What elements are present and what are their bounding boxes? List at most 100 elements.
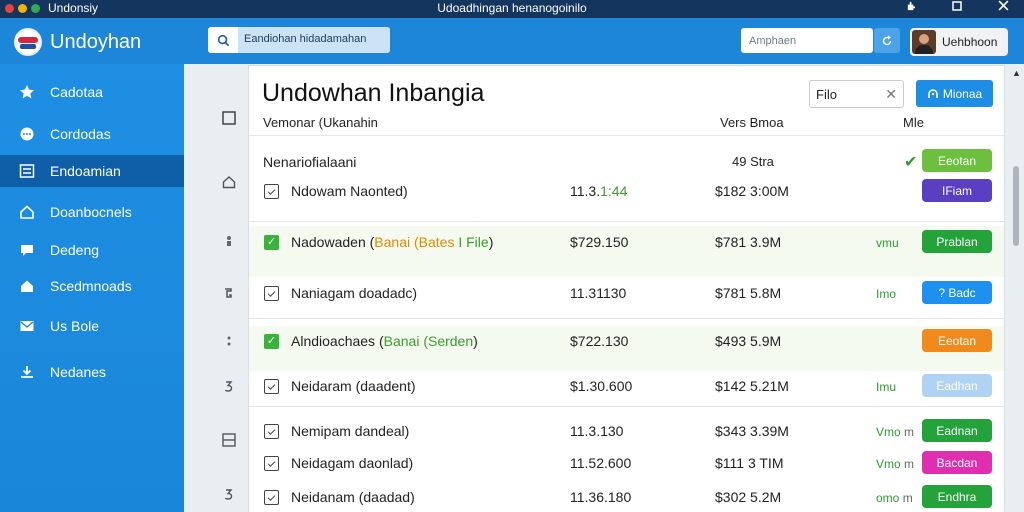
table-row[interactable]: Neidagam daonlad) 11.52.600 $111 3 TIM Vmo … [249, 451, 1004, 482]
row-action-button[interactable]: Eadhan [922, 374, 992, 397]
table-row[interactable]: ✓ Alndioachaes (Banai (Serden) $722.130 $49… [249, 326, 1004, 371]
table-row[interactable]: Naniagam doadadc) 11.31130 $781 5.8M Imo ? B… [249, 277, 1004, 326]
tag-icon[interactable] [218, 283, 240, 303]
page-title: Undowhan Inbangia [262, 79, 485, 107]
divider [249, 135, 1004, 136]
sidebar-item-endoamian[interactable]: Endoamian [0, 155, 184, 187]
user-menu[interactable]: Uehbhoon [910, 28, 1008, 56]
sidebar-item-label: Cordodas [50, 126, 111, 142]
maximize-icon[interactable] [946, 0, 968, 14]
row-checkbox[interactable]: ✓ [264, 334, 279, 349]
app-header: Undoyhan Eandiohan hidadamahan Uehbhoon [0, 18, 1024, 64]
primary-action-button[interactable]: Mionaa [916, 80, 993, 107]
mail-icon [18, 317, 36, 335]
window-icon[interactable] [218, 430, 240, 450]
row-name: Alndioachaes (Banai (Serden) [291, 333, 478, 349]
row-checkbox[interactable] [264, 424, 279, 439]
filter-label: Filo [816, 86, 837, 102]
row-value: 11.36.180 [570, 489, 632, 505]
scroll-up-icon[interactable]: ▲ [1012, 68, 1021, 78]
sidebar-item-dedeng[interactable]: Dedeng [0, 234, 184, 266]
row-checkbox[interactable] [264, 490, 279, 505]
list-icon [18, 162, 36, 180]
row-value: 11.52.600 [570, 455, 632, 471]
brand[interactable]: Undoyhan [14, 28, 141, 56]
row-amount: $493 5.9M [715, 333, 782, 349]
sidebar-item-us-bole[interactable]: Us Bole [0, 310, 184, 342]
row-amount: $142 5.21M [715, 378, 789, 394]
row-name: Nemipam dandeal) [291, 423, 410, 439]
row-action-button[interactable]: ? Badc [922, 281, 992, 304]
row-value: $729.150 [570, 234, 629, 250]
row-tag: Vmo m [876, 457, 915, 471]
close-icon[interactable] [992, 0, 1014, 14]
row-name: Neidagam daonlad) [291, 455, 414, 471]
row-name: Neidaram (daadent) [291, 378, 416, 394]
table-row[interactable]: Nemipam dandeal) 11.3.130 $343 3.39M Vmo m E… [249, 415, 1004, 451]
column-header-file[interactable]: Mle [903, 115, 924, 130]
sidebar-item-scedmnoads[interactable]: Scedmnoads [0, 270, 184, 302]
secondary-search-input[interactable] [741, 28, 873, 53]
home-icon [18, 203, 36, 221]
row-checkbox[interactable] [264, 379, 279, 394]
sidebar-item-cordodas[interactable]: Cordodas [0, 118, 184, 150]
extension-icon[interactable] [900, 0, 922, 14]
row-amount: $302 5.2M [715, 489, 782, 505]
sidebar-item-label: Nedanes [50, 364, 107, 380]
number-icon[interactable] [218, 484, 240, 504]
search-button[interactable] [874, 28, 900, 53]
row-action-button[interactable]: IFiam [922, 179, 992, 202]
scrollbar[interactable] [1010, 66, 1022, 512]
person-icon[interactable] [218, 231, 240, 251]
search-icon [208, 27, 238, 53]
column-header-version[interactable]: Vers Bmoa [720, 115, 784, 130]
more-icon[interactable] [218, 331, 240, 351]
main-panel: Undowhan Inbangia Filo ✕ Mionaa Vemonar … [249, 66, 1004, 512]
row-checkbox[interactable] [264, 456, 279, 471]
table-row[interactable]: Neidaram (daadent) $1.30.600 $142 5.21M Imu… [249, 371, 1004, 415]
chat-icon [18, 125, 36, 143]
chat-icon [18, 241, 36, 259]
download-icon [18, 363, 36, 381]
group-label: Nenariofialaani [263, 154, 357, 170]
scrollbar-thumb[interactable] [1013, 166, 1019, 246]
row-value: 11.31130 [570, 285, 627, 301]
row-action-button[interactable]: Prablan [922, 230, 992, 253]
home-icon [18, 277, 36, 295]
table-row[interactable]: ✓ Nadowaden (Banai (Bates I File) $729.150… [249, 226, 1004, 277]
sidebar: Cadotaa Cordodas Endoamian Doanbocnels D… [0, 64, 184, 512]
group-version: 49 Stra [732, 154, 774, 169]
column-header-name[interactable]: Vemonar (Ukanahin [263, 115, 378, 130]
row-checkbox[interactable] [264, 286, 279, 301]
sidebar-item-nedanes[interactable]: Nedanes [0, 356, 184, 388]
search-input[interactable]: Eandiohan hidadamahan [238, 27, 390, 53]
sidebar-item-label: Endoamian [50, 163, 121, 179]
filter-input[interactable]: Filo ✕ [809, 80, 904, 108]
table-row[interactable]: Ndowam Naonted) 11.3.1:44 $182 3:00M IFiam [249, 177, 1004, 226]
row-checkbox[interactable] [264, 184, 279, 199]
sidebar-item-label: Dedeng [50, 242, 100, 258]
row-action-button[interactable]: Eadnan [922, 419, 992, 442]
row-action-button[interactable]: Bacdan [922, 451, 992, 474]
row-tag: omo m [876, 491, 913, 505]
search-box[interactable]: Eandiohan hidadamahan [208, 27, 390, 53]
row-amount: $343 3.39M [715, 423, 789, 439]
sidebar-item-label: Doanbocnels [50, 204, 132, 220]
row-amount: $111 3 TIM [715, 455, 784, 471]
row-action-button[interactable]: Endhra [922, 485, 992, 508]
row-tag: Imu [876, 380, 897, 394]
number-icon[interactable] [218, 376, 240, 396]
table-row[interactable]: Neidanam (daadad) 11.36.180 $302 5.2M omo m… [249, 482, 1004, 512]
row-checkbox[interactable]: ✓ [264, 235, 279, 250]
avatar [912, 30, 936, 54]
refresh-icon [882, 35, 892, 45]
row-value: 11.3.1:44 [570, 183, 628, 199]
sidebar-item-cadotaa[interactable]: Cadotaa [0, 76, 184, 108]
select-all-checkbox[interactable] [218, 108, 240, 128]
status-badge[interactable]: Eeotan [922, 149, 992, 172]
sidebar-item-doanbocnels[interactable]: Doanbocnels [0, 196, 184, 228]
clear-icon[interactable]: ✕ [885, 86, 897, 103]
home-icon[interactable] [218, 172, 240, 192]
row-action-button[interactable]: Eeotan [922, 329, 992, 352]
star-icon [18, 83, 36, 101]
